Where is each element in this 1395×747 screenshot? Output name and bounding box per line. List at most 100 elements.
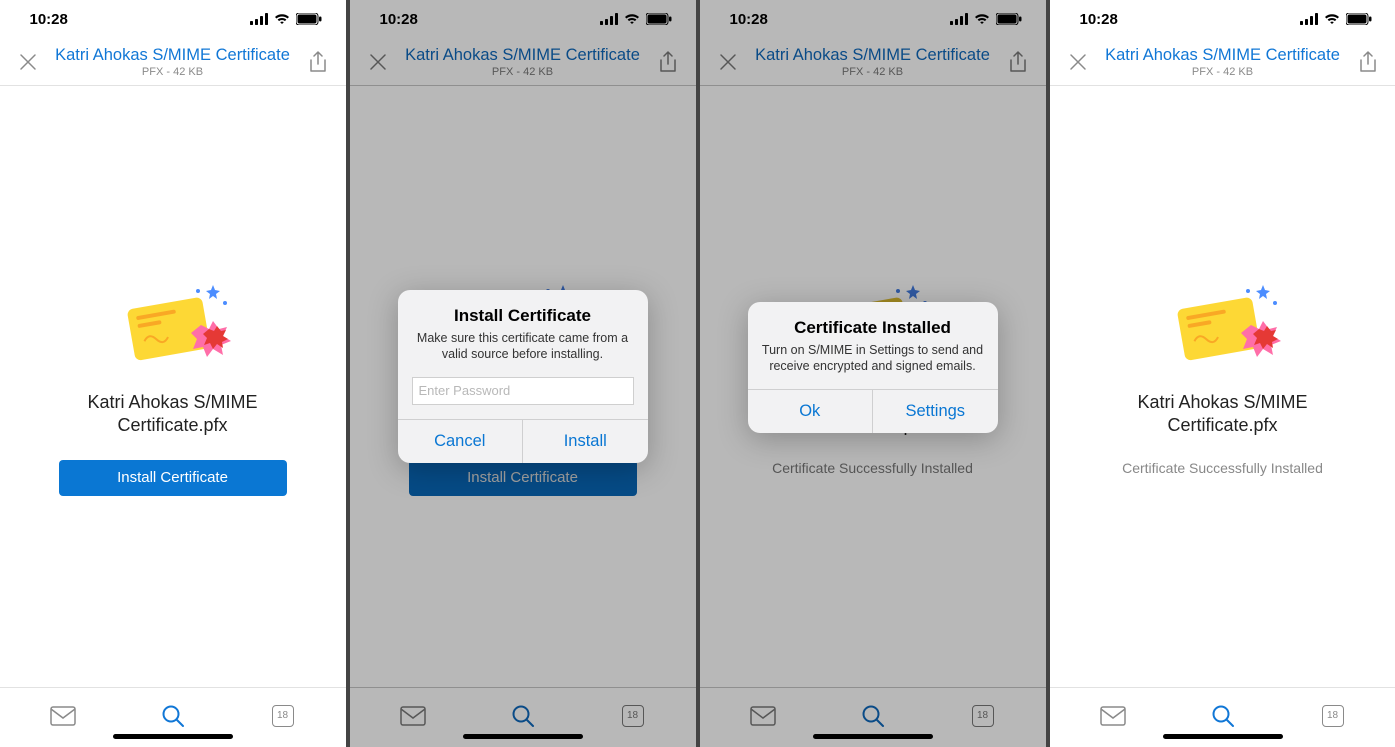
tab-search	[478, 704, 568, 728]
header-title: Katri Ahokas S/MIME Certificate	[1105, 46, 1340, 65]
share-button	[1004, 48, 1032, 76]
tab-mail	[718, 706, 808, 726]
alert-title: Certificate Installed	[762, 318, 984, 338]
tab-bar: 18	[350, 687, 696, 747]
cellular-icon	[1300, 13, 1318, 25]
status-icons	[950, 13, 1022, 25]
certificate-illustration	[113, 281, 233, 381]
cellular-icon	[950, 13, 968, 25]
close-button	[364, 48, 392, 76]
status-time: 10:28	[380, 11, 418, 28]
success-text: Certificate Successfully Installed	[772, 460, 973, 476]
tab-mail[interactable]	[18, 706, 108, 726]
close-button[interactable]	[14, 48, 42, 76]
status-bar: 10:28	[0, 0, 346, 38]
share-icon	[658, 51, 678, 73]
install-certificate-button: Install Certificate	[409, 460, 637, 496]
close-icon	[369, 53, 387, 71]
cellular-icon	[250, 13, 268, 25]
share-button[interactable]	[1354, 48, 1382, 76]
success-text: Certificate Successfully Installed	[1122, 460, 1323, 476]
close-button	[714, 48, 742, 76]
content-area: Katri Ahokas S/MIME Certificate.pfx Cert…	[1050, 86, 1395, 687]
close-button[interactable]	[1064, 48, 1092, 76]
share-icon	[1008, 51, 1028, 73]
status-icons	[600, 13, 672, 25]
wifi-icon	[1324, 13, 1340, 25]
search-icon	[511, 704, 535, 728]
battery-icon	[996, 13, 1022, 25]
header-subtitle: PFX - 42 KB	[1192, 66, 1253, 78]
certificate-installed-alert: Certificate Installed Turn on S/MIME in …	[748, 302, 998, 433]
tab-calendar[interactable]: 18	[1288, 705, 1378, 727]
header-subtitle: PFX - 42 KB	[492, 66, 553, 78]
home-indicator[interactable]	[113, 734, 233, 739]
battery-icon	[296, 13, 322, 25]
close-icon	[719, 53, 737, 71]
cellular-icon	[600, 13, 618, 25]
tab-calendar[interactable]: 18	[238, 705, 328, 727]
screen-3-installed-alert: 10:28 Katri Ahokas S/MIME Certificate PF…	[700, 0, 1046, 747]
header-subtitle: PFX - 42 KB	[842, 66, 903, 78]
wifi-icon	[624, 13, 640, 25]
status-bar: 10:28	[700, 0, 1046, 38]
alert-message: Turn on S/MIME in Settings to send and r…	[762, 342, 984, 375]
alert-message: Make sure this certificate came from a v…	[412, 330, 634, 363]
status-bar: 10:28	[350, 0, 696, 38]
calendar-icon: 18	[272, 705, 294, 727]
alert-settings-button[interactable]: Settings	[872, 390, 998, 433]
home-indicator	[813, 734, 933, 739]
file-header: Katri Ahokas S/MIME Certificate PFX - 42…	[350, 38, 696, 86]
home-indicator	[463, 734, 583, 739]
header-title: Katri Ahokas S/MIME Certificate	[405, 46, 640, 65]
alert-install-button[interactable]: Install	[522, 420, 648, 463]
alert-title: Install Certificate	[412, 306, 634, 326]
share-button[interactable]	[304, 48, 332, 76]
header-title: Katri Ahokas S/MIME Certificate	[55, 46, 290, 65]
calendar-icon: 18	[972, 705, 994, 727]
battery-icon	[646, 13, 672, 25]
status-bar: 10:28	[1050, 0, 1395, 38]
certificate-illustration	[1163, 281, 1283, 381]
search-icon	[861, 704, 885, 728]
password-input[interactable]	[412, 377, 634, 405]
home-indicator[interactable]	[1163, 734, 1283, 739]
status-icons	[250, 13, 322, 25]
tab-mail	[368, 706, 458, 726]
certificate-filename: Katri Ahokas S/MIME Certificate.pfx	[87, 391, 257, 438]
calendar-icon: 18	[622, 705, 644, 727]
search-icon	[161, 704, 185, 728]
status-time: 10:28	[730, 11, 768, 28]
battery-icon	[1346, 13, 1372, 25]
certificate-filename: Katri Ahokas S/MIME Certificate.pfx	[1137, 391, 1307, 438]
screen-2-password-alert: 10:28 Katri Ahokas S/MIME Certificate PF…	[350, 0, 696, 747]
tab-bar: 18	[700, 687, 1046, 747]
tab-calendar: 18	[588, 705, 678, 727]
close-icon	[1069, 53, 1087, 71]
status-icons	[1300, 13, 1372, 25]
share-icon	[308, 51, 328, 73]
header-title: Katri Ahokas S/MIME Certificate	[755, 46, 990, 65]
header-subtitle: PFX - 42 KB	[142, 66, 203, 78]
mail-icon	[400, 706, 426, 726]
share-button	[654, 48, 682, 76]
install-certificate-alert: Install Certificate Make sure this certi…	[398, 290, 648, 463]
search-icon	[1211, 704, 1235, 728]
mail-icon	[750, 706, 776, 726]
status-time: 10:28	[30, 11, 68, 28]
tab-search[interactable]	[128, 704, 218, 728]
close-icon	[19, 53, 37, 71]
tab-search[interactable]	[1178, 704, 1268, 728]
alert-cancel-button[interactable]: Cancel	[398, 420, 523, 463]
tab-mail[interactable]	[1068, 706, 1158, 726]
alert-ok-button[interactable]: Ok	[748, 390, 873, 433]
status-time: 10:28	[1080, 11, 1118, 28]
mail-icon	[1100, 706, 1126, 726]
calendar-icon: 18	[1322, 705, 1344, 727]
file-header: Katri Ahokas S/MIME Certificate PFX - 42…	[700, 38, 1046, 86]
wifi-icon	[274, 13, 290, 25]
install-certificate-button[interactable]: Install Certificate	[59, 460, 287, 496]
screen-4-success: 10:28 Katri Ahokas S/MIME Certificate PF…	[1050, 0, 1395, 747]
file-header: Katri Ahokas S/MIME Certificate PFX - 42…	[1050, 38, 1395, 86]
file-header: Katri Ahokas S/MIME Certificate PFX - 42…	[0, 38, 346, 86]
